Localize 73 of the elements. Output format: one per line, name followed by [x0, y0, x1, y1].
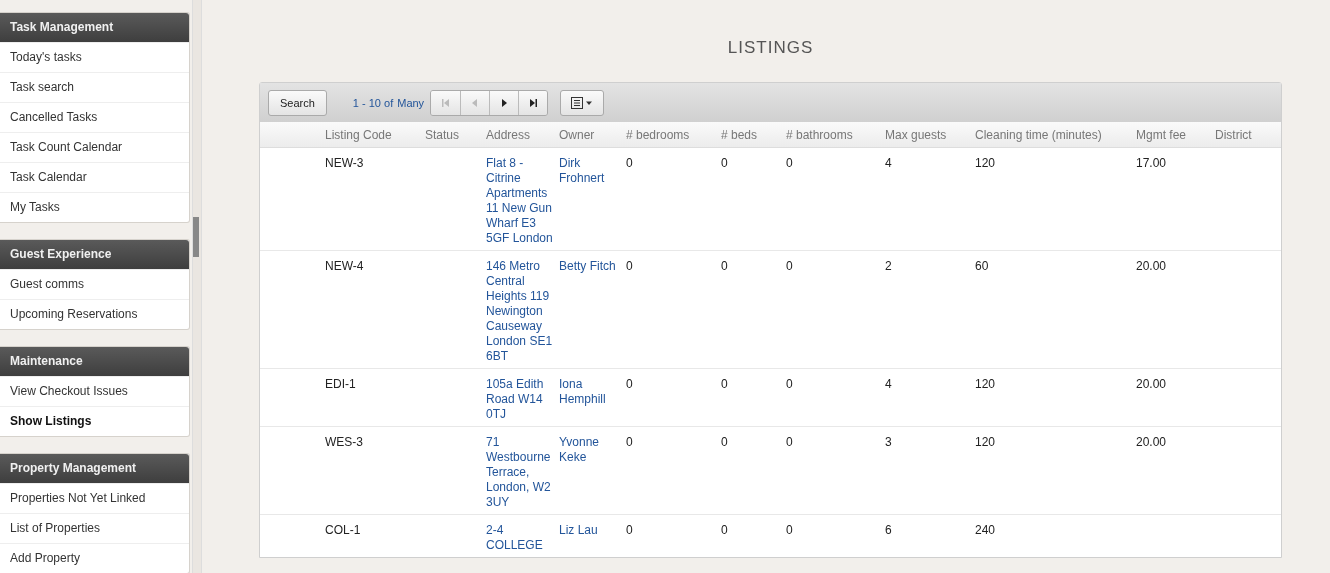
table-cell: 0 [721, 156, 728, 170]
table-cell: 20.00 [1136, 377, 1167, 391]
skip-first-icon [440, 97, 451, 108]
table-cell: 17.00 [1136, 156, 1167, 170]
table-cell: 0 [626, 259, 633, 273]
address-link[interactable]: 105a Edith Road W14 0TJ [486, 377, 553, 422]
table-cell: 0 [626, 156, 633, 170]
table-cell: 0 [626, 435, 633, 449]
table-cell: 120 [975, 156, 996, 170]
pager-button[interactable] [518, 90, 548, 115]
menu-item[interactable]: Task Calendar [0, 162, 189, 192]
table-cell: 0 [721, 259, 728, 273]
menu-item[interactable]: Today's tasks [0, 42, 189, 72]
table-cell: EDI-1 [325, 377, 356, 391]
menu-item[interactable]: Upcoming Reservations [0, 299, 189, 329]
menu-item[interactable]: Task search [0, 72, 189, 102]
menu-item[interactable]: Properties Not Yet Linked [0, 483, 189, 513]
page-title: LISTINGS [726, 38, 815, 59]
table-cell: 120 [975, 377, 996, 391]
total-link[interactable]: Many [397, 96, 425, 109]
menu-item[interactable]: Show Listings [0, 406, 189, 436]
menu-item[interactable]: List of Properties [0, 513, 189, 543]
table-cell: 4 [885, 377, 892, 391]
menu-item[interactable]: Add Property [0, 543, 189, 573]
address-link[interactable]: 71 Westbourne Terrace, London, W2 3UY [486, 435, 553, 510]
address-link[interactable]: Flat 8 - Citrine Apartments 11 New Gun Wharf E3 5GF London [486, 156, 553, 246]
panel-header: Guest Experience [0, 240, 189, 269]
menu-item[interactable]: Task Count Calendar [0, 132, 189, 162]
pager-button[interactable] [489, 90, 519, 115]
table-cell: 0 [626, 377, 633, 391]
table-cell: 0 [721, 523, 728, 537]
table-cell: WES-3 [325, 435, 363, 449]
table-cell: 0 [626, 523, 633, 537]
address-link[interactable]: 146 Metro Central Heights 119 Newington Causeway London SE1 6BT [486, 259, 553, 364]
address-link[interactable]: 2-4 COLLEGE [486, 523, 553, 553]
list-caret-icon [571, 96, 594, 109]
columns-menu-button[interactable] [560, 89, 605, 116]
menu-item[interactable]: Guest comms [0, 269, 189, 299]
table-cell: 60 [975, 259, 989, 273]
table-cell: 20.00 [1136, 259, 1167, 273]
owner-link[interactable]: Liz Lau [559, 523, 620, 538]
table-cell: 0 [786, 523, 793, 537]
owner-link[interactable]: Iona Hemphill [559, 377, 620, 407]
table-cell: 3 [885, 435, 892, 449]
owner-link[interactable]: Yvonne Keke [559, 435, 620, 465]
table-cell: 20.00 [1136, 435, 1167, 449]
splitter[interactable] [192, 0, 202, 573]
panel-header: Maintenance [0, 347, 189, 376]
search-button[interactable]: Search [268, 89, 327, 116]
owner-link[interactable]: Betty Fitch [559, 259, 620, 274]
table-cell: 0 [786, 377, 793, 391]
menu-item[interactable]: View Checkout Issues [0, 376, 189, 406]
collapse-handle[interactable] [193, 217, 199, 257]
menu-item[interactable]: My Tasks [0, 192, 189, 222]
table-cell: 0 [721, 435, 728, 449]
skip-last-icon [528, 97, 539, 108]
menu-item[interactable]: Cancelled Tasks [0, 102, 189, 132]
table-cell: NEW-4 [325, 259, 364, 273]
table-cell: 0 [786, 435, 793, 449]
table-cell: 0 [786, 259, 793, 273]
panel-header: Task Management [0, 13, 189, 42]
table-cell: 0 [721, 377, 728, 391]
table-cell: 6 [885, 523, 892, 537]
table-cell: 0 [786, 156, 793, 170]
table-cell: COL-1 [325, 523, 361, 537]
panel-header: Property Management [0, 454, 189, 483]
owner-link[interactable]: Dirk Frohnert [559, 156, 620, 186]
page-range: 1 - 10 of [352, 96, 394, 109]
table-cell: 4 [885, 156, 892, 170]
table-cell: 2 [885, 259, 892, 273]
table-cell: 240 [975, 523, 996, 537]
table-cell: 120 [975, 435, 996, 449]
table-cell: NEW-3 [325, 156, 364, 170]
